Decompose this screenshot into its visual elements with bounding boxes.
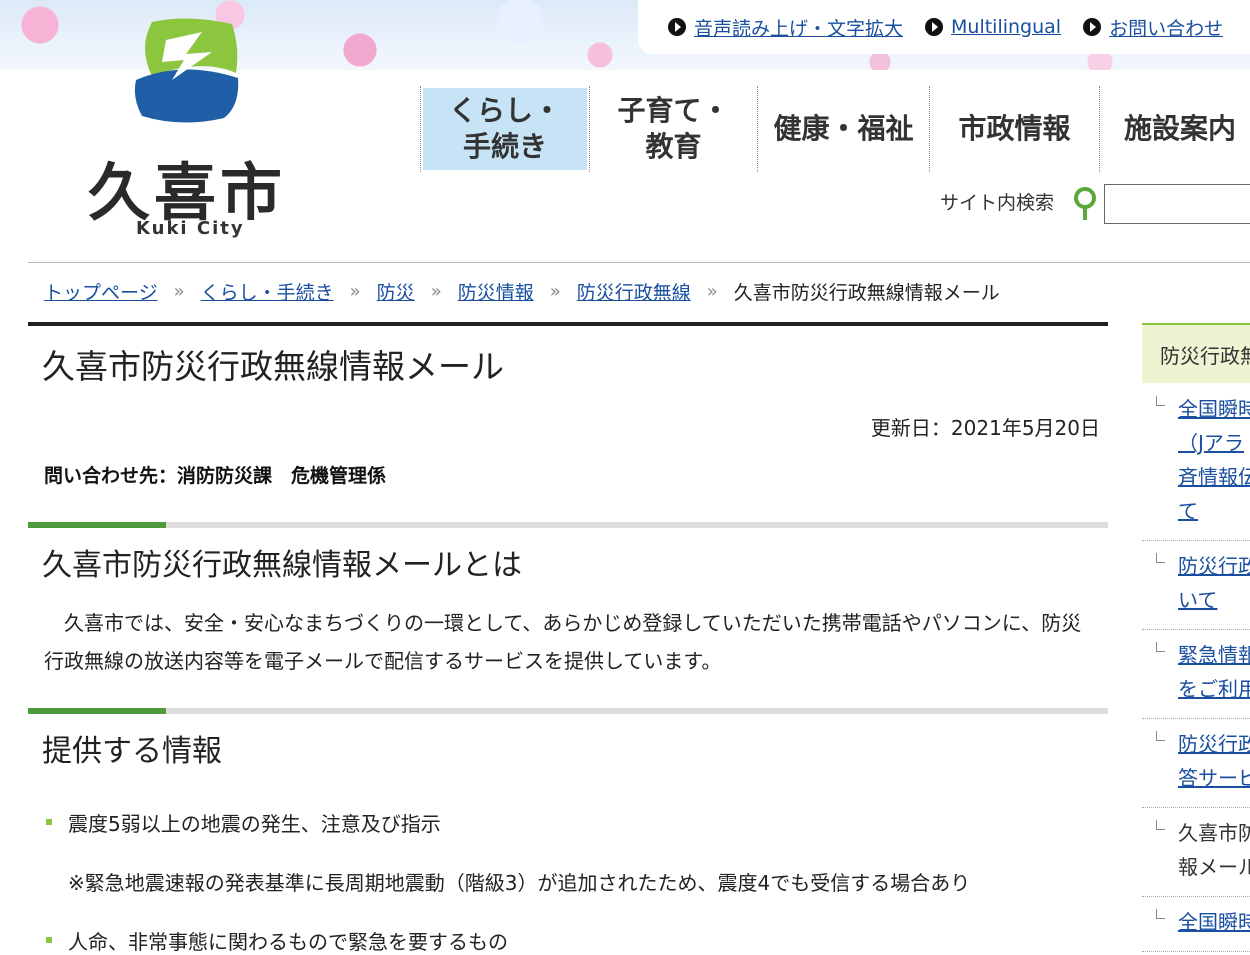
breadcrumb: トップページ » くらし・手続き » 防災 » 防災情報 » 防災行政無線 » … (44, 278, 1000, 305)
sidebar-item-line[interactable]: （Jアラ (1178, 431, 1244, 455)
updated-date: 更新日：2021年5月20日 (870, 416, 1100, 440)
section-rule (28, 522, 1108, 528)
magnifier-icon (1074, 187, 1096, 220)
sidebar-item-line[interactable]: 防災行政 (1178, 732, 1250, 756)
arrow-circle-icon (1083, 18, 1102, 36)
title-rule (28, 322, 1108, 326)
util-link-contact[interactable]: お問い合わせ (1083, 14, 1223, 41)
city-emblem-icon (134, 18, 239, 123)
breadcrumb-separator: » (173, 281, 185, 302)
nav-item-label: 子育て・ 教育 (617, 94, 730, 163)
breadcrumb-link-bousai[interactable]: 防災 (377, 278, 415, 305)
sidebar-item-line[interactable]: 緊急情報 (1178, 643, 1250, 667)
arrow-circle-icon (668, 18, 686, 36)
section-paragraph: 久喜市では、安全・安心なまちづくりの一環として、あらかじめ登録していただいた携帯… (44, 611, 1082, 673)
section-title: 提供する情報 (42, 734, 222, 769)
nav-item-label: くらし・ 手続き (423, 88, 587, 170)
sidebar-heading-label: 防災行政無線 (1160, 343, 1250, 368)
nav-item-label: 市政情報 (958, 112, 1071, 145)
breadcrumb-link-kurashi[interactable]: くらし・手続き (201, 278, 334, 305)
sidebar-item-line[interactable]: 全国瞬時 (1178, 397, 1250, 421)
tree-line-icon (1156, 909, 1165, 919)
header-divider (28, 262, 1250, 263)
nav-item-kosodate[interactable]: 子育て・ 教育 (590, 86, 758, 172)
breadcrumb-separator: » (706, 281, 718, 302)
util-link-label[interactable]: 音声読み上げ・文字拡大 (694, 14, 903, 41)
nav-item-kenko[interactable]: 健康・福祉 (758, 86, 930, 172)
site-search-input[interactable] (1104, 184, 1250, 224)
util-link-label[interactable]: お問い合わせ (1109, 14, 1223, 41)
nav-item-kurashi[interactable]: くらし・ 手続き (420, 86, 590, 172)
sidebar-list: 全国瞬時 （Jアラ 斉情報伝 て 防災行政 いて 緊急情報 をご利用 防災行政 … (1142, 384, 1250, 952)
breadcrumb-separator: » (349, 281, 361, 302)
utility-bar: 音声読み上げ・文字拡大 Multilingual お問い合わせ (638, 0, 1250, 54)
util-link-multilingual[interactable]: Multilingual (925, 16, 1061, 38)
sidebar-item[interactable]: 防災行政 いて (1142, 541, 1250, 630)
breadcrumb-link-bousai-info[interactable]: 防災情報 (458, 278, 534, 305)
sidebar-item-line: 久喜市防 (1178, 821, 1250, 845)
main-content: 久喜市防災行政無線情報メール 更新日：2021年5月20日 問い合わせ先：消防防… (28, 322, 1108, 955)
util-link-label[interactable]: Multilingual (951, 16, 1061, 38)
global-nav: くらし・ 手続き 子育て・ 教育 健康・福祉 市政情報 施設案内 (420, 86, 1250, 172)
list-item: 人命、非常事態に関わるもので緊急を要するもの (46, 926, 1108, 955)
sidebar-item[interactable]: 防災行政 答サービ (1142, 719, 1250, 808)
nav-item-label: 施設案内 (1123, 112, 1236, 145)
tree-line-icon (1156, 820, 1165, 830)
section-title: 久喜市防災行政無線情報メールとは (42, 548, 522, 583)
search-label: サイト内検索 (940, 192, 1055, 214)
sidebar-item-line[interactable]: 全国瞬時 (1178, 910, 1250, 934)
page-title: 久喜市防災行政無線情報メール (42, 347, 504, 386)
tree-line-icon (1156, 553, 1165, 563)
sidebar-item-current: 久喜市防 報メール (1142, 808, 1250, 897)
sidebar-item-line[interactable]: 防災行政 (1178, 554, 1250, 578)
sidebar-item-line[interactable]: 答サービ (1178, 766, 1250, 790)
util-link-accessibility[interactable]: 音声読み上げ・文字拡大 (668, 14, 903, 41)
nav-item-shisei[interactable]: 市政情報 (930, 86, 1100, 172)
breadcrumb-current: 久喜市防災行政無線情報メール (733, 282, 1000, 304)
logo-english: Kuki City (136, 218, 245, 239)
contact-info: 問い合わせ先：消防防災課 危機管理係 (44, 465, 387, 487)
tree-line-icon (1156, 731, 1165, 741)
sidebar-item-line: 報メール (1178, 855, 1250, 879)
sidebar-item[interactable]: 全国瞬時 (1142, 897, 1250, 952)
sidebar-item-line[interactable]: 斉情報伝 (1178, 465, 1250, 489)
section-rule (28, 708, 1108, 714)
nav-item-shisetsu[interactable]: 施設案内 (1100, 86, 1250, 172)
sidebar-item-line[interactable]: て (1178, 499, 1198, 523)
nav-item-label: 健康・福祉 (773, 112, 914, 145)
breadcrumb-link-top[interactable]: トップページ (44, 278, 158, 305)
sidebar-item-line[interactable]: いて (1178, 588, 1217, 612)
breadcrumb-link-musen[interactable]: 防災行政無線 (577, 278, 691, 305)
tree-line-icon (1156, 642, 1165, 652)
site-logo[interactable]: 久喜市 Kuki City (80, 18, 310, 243)
sidebar-heading: 防災行政無線 (1142, 323, 1250, 383)
arrow-circle-icon (925, 18, 944, 36)
list-item: 震度5弱以上の地震の発生、注意及び指示 (46, 808, 1108, 837)
tree-line-icon (1156, 396, 1165, 406)
sidebar-item[interactable]: 緊急情報 をご利用 (1142, 630, 1250, 719)
breadcrumb-separator: » (430, 281, 442, 302)
list-note: ※緊急地震速報の発表基準に長周期地震動（階級3）が追加されたため、震度4でも受信… (68, 871, 971, 895)
sidebar-item[interactable]: 全国瞬時 （Jアラ 斉情報伝 て (1142, 384, 1250, 541)
sidebar-item-line[interactable]: をご利用 (1178, 677, 1250, 701)
breadcrumb-separator: » (549, 281, 561, 302)
